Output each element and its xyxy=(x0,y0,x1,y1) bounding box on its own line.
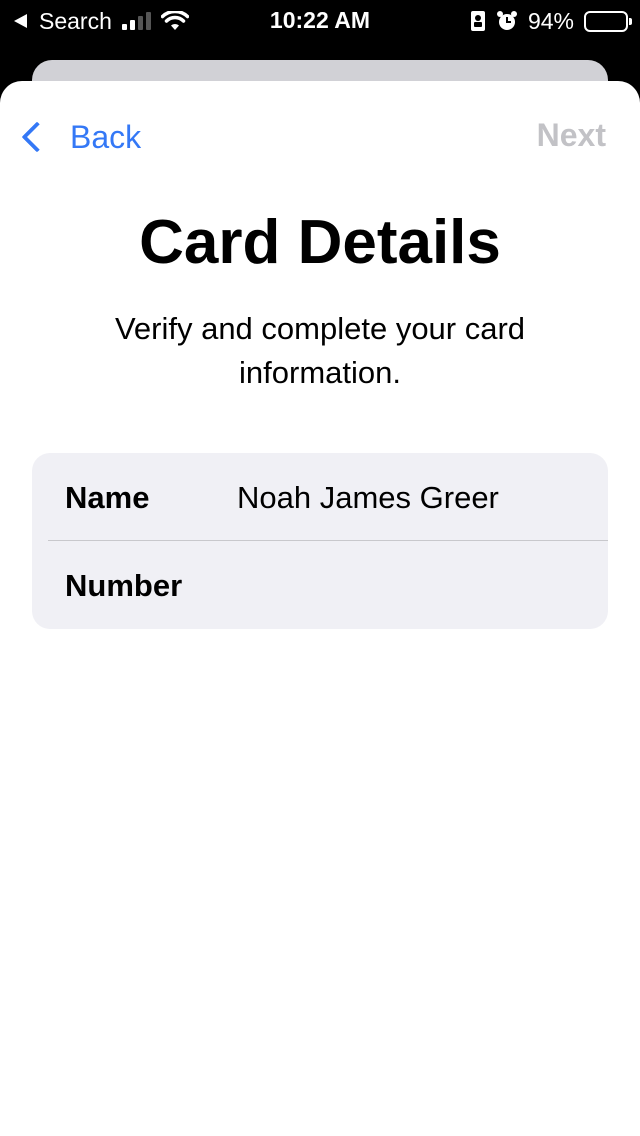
status-right: 94% xyxy=(470,7,632,35)
battery-icon xyxy=(584,10,632,32)
number-label: Number xyxy=(65,568,183,603)
back-button-label: Back xyxy=(70,118,142,155)
alarm-icon xyxy=(496,11,517,30)
page-subtitle: Verify and complete your card informatio… xyxy=(114,311,526,390)
back-button[interactable]: Back xyxy=(18,115,141,159)
status-bar: Search 10:22 AM 94% xyxy=(0,0,640,42)
name-row[interactable]: Name Noah James Greer xyxy=(32,453,608,541)
page-title: Card Details xyxy=(139,208,501,277)
battery-nub xyxy=(629,17,632,25)
chevron-left-icon xyxy=(21,121,53,153)
name-label: Name xyxy=(65,480,150,515)
card-number-input[interactable] xyxy=(237,561,577,609)
name-field[interactable]: Noah James Greer xyxy=(237,480,499,516)
battery-percent: 94% xyxy=(527,7,574,34)
next-button[interactable]: Next xyxy=(537,117,606,154)
number-row[interactable]: Number xyxy=(32,541,608,629)
portrait-lock-icon xyxy=(470,11,485,31)
card-details-sheet: Back Next Card Details Verify and comple… xyxy=(0,81,640,1136)
card-details-form: Name Noah James Greer Number xyxy=(32,453,608,629)
